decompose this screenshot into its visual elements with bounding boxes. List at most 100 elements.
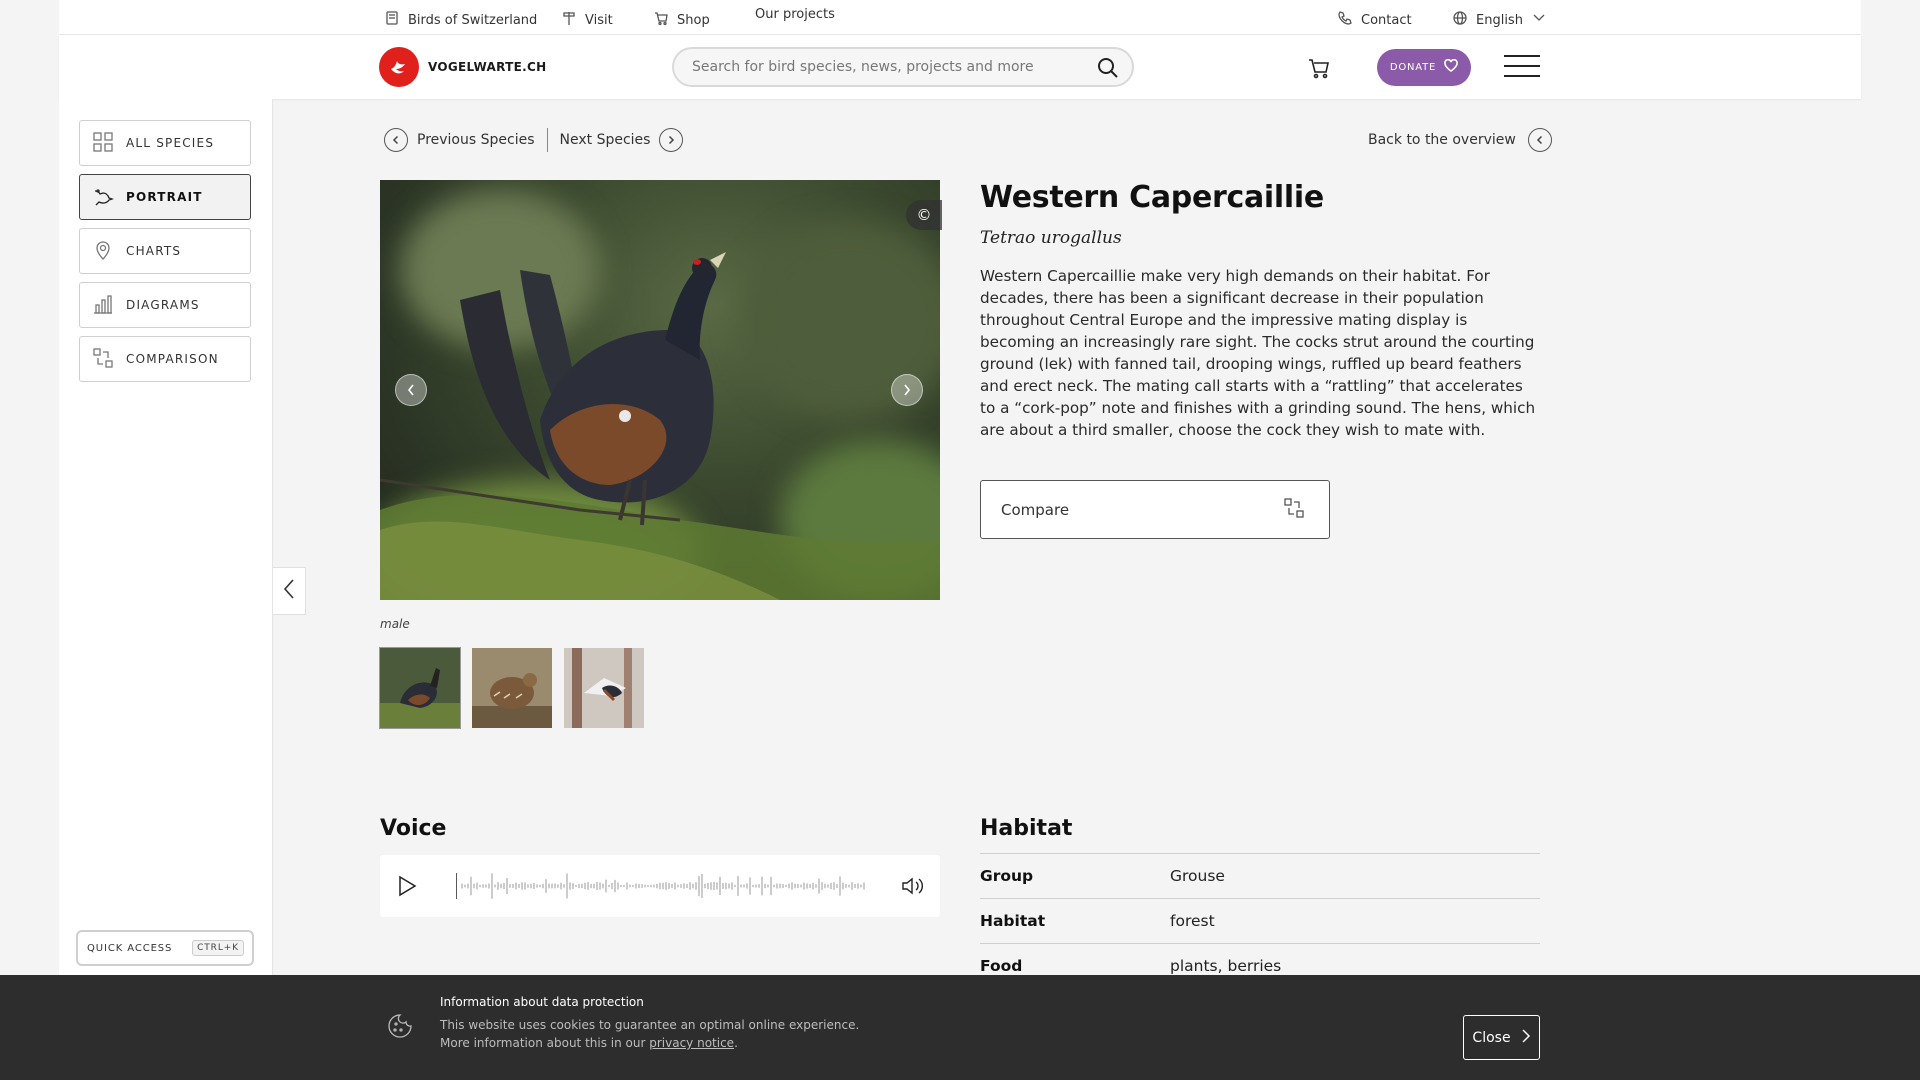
our-projects-label: Our projects bbox=[755, 7, 835, 22]
compare-icon bbox=[92, 347, 114, 372]
grid-icon bbox=[92, 131, 114, 156]
habitat-table: Group Grouse Habitat forest Food plants,… bbox=[980, 853, 1540, 988]
site-logo[interactable]: VOGELWARTE.CH bbox=[379, 47, 546, 87]
habitat-key: Habitat bbox=[980, 912, 1046, 930]
donate-label: DONATE bbox=[1389, 62, 1437, 73]
book-icon bbox=[384, 10, 400, 30]
visit-link[interactable]: Visit bbox=[561, 10, 613, 30]
birds-of-switzerland-link[interactable]: Birds of Switzerland bbox=[384, 10, 537, 30]
sidebar-item-diagrams[interactable]: DIAGRAMS bbox=[79, 282, 251, 328]
habitat-key: Group bbox=[980, 867, 1034, 885]
cookie-text-prefix: More information about this in our bbox=[440, 1036, 650, 1050]
audio-waveform[interactable] bbox=[456, 871, 866, 901]
thumbnail-female[interactable] bbox=[472, 648, 552, 728]
menu-icon[interactable] bbox=[1504, 55, 1540, 79]
species-title: Western Capercaillie bbox=[980, 180, 1324, 215]
shop-label: Shop bbox=[677, 12, 710, 28]
species-photo bbox=[380, 180, 940, 600]
keyboard-shortcut: CTRL+K bbox=[192, 940, 244, 956]
sidebar-item-all-species[interactable]: ALL SPECIES bbox=[79, 120, 251, 166]
back-to-overview-link[interactable]: Back to the overview bbox=[1368, 128, 1552, 152]
cookie-title: Information about data protection bbox=[440, 995, 644, 1009]
phone-icon bbox=[1337, 10, 1353, 30]
habitat-row: Habitat forest bbox=[980, 898, 1540, 943]
habitat-value: Grouse bbox=[1170, 867, 1225, 885]
birds-of-switzerland-label: Birds of Switzerland bbox=[408, 12, 538, 28]
search-box[interactable] bbox=[672, 47, 1134, 87]
audio-player bbox=[380, 855, 940, 917]
next-species-link[interactable]: Next Species bbox=[560, 128, 684, 152]
map-pin-icon bbox=[92, 239, 114, 264]
visit-label: Visit bbox=[585, 12, 613, 28]
species-navigation: Previous Species Next Species bbox=[384, 128, 684, 152]
cookie-text-line: More information about this in our priva… bbox=[440, 1034, 940, 1052]
copyright-button[interactable]: © bbox=[906, 200, 942, 230]
habitat-value: plants, berries bbox=[1170, 957, 1282, 975]
sidebar-item-label: PORTRAIT bbox=[126, 190, 203, 204]
next-species-label: Next Species bbox=[559, 132, 651, 148]
privacy-notice-link[interactable]: privacy notice bbox=[649, 1036, 734, 1050]
sidebar-item-charts[interactable]: CHARTS bbox=[79, 228, 251, 274]
divider bbox=[546, 128, 548, 152]
previous-species-link[interactable]: Previous Species bbox=[384, 128, 535, 152]
signpost-icon bbox=[561, 10, 577, 30]
language-label: English bbox=[1476, 12, 1523, 28]
cookie-icon bbox=[386, 1012, 414, 1040]
habitat-value: forest bbox=[1170, 912, 1215, 930]
chevron-left-icon bbox=[384, 128, 408, 152]
image-prev-button[interactable] bbox=[395, 374, 427, 406]
habitat-row: Group Grouse bbox=[980, 853, 1540, 898]
sidebar-item-comparison[interactable]: COMPARISON bbox=[79, 336, 251, 382]
sidebar-item-label: COMPARISON bbox=[126, 352, 219, 366]
chevron-left-icon bbox=[281, 578, 297, 604]
contact-link[interactable]: Contact bbox=[1337, 10, 1412, 30]
play-icon[interactable] bbox=[396, 874, 418, 898]
compare-icon bbox=[1283, 497, 1305, 523]
heart-icon bbox=[1444, 58, 1459, 76]
cookie-text-line: This website uses cookies to guarantee a… bbox=[440, 1018, 860, 1032]
volume-icon[interactable] bbox=[900, 874, 926, 898]
shop-link[interactable]: Shop bbox=[653, 10, 710, 30]
cookie-close-button[interactable]: Close bbox=[1463, 1015, 1540, 1060]
chevron-right-icon bbox=[902, 381, 912, 400]
quick-access-label: QUICK ACCESS bbox=[87, 942, 173, 954]
thumbnail-male[interactable] bbox=[379, 647, 461, 729]
language-selector[interactable]: English bbox=[1452, 10, 1547, 30]
sidebar-item-portrait[interactable]: PORTRAIT bbox=[79, 174, 251, 220]
chevron-down-icon bbox=[1531, 10, 1547, 30]
sidebar: ALL SPECIES PORTRAIT CHARTS DIAGRAMS COM… bbox=[59, 99, 273, 975]
back-to-overview-label: Back to the overview bbox=[1368, 132, 1516, 148]
image-next-button[interactable] bbox=[891, 374, 923, 406]
globe-icon bbox=[1452, 10, 1468, 30]
bar-chart-icon bbox=[92, 293, 114, 318]
compare-label: Compare bbox=[1001, 500, 1070, 519]
cart-icon[interactable] bbox=[1306, 55, 1332, 81]
search-input[interactable] bbox=[692, 59, 1072, 75]
copyright-icon: © bbox=[916, 206, 932, 224]
close-label: Close bbox=[1472, 1029, 1511, 1046]
chevron-left-icon bbox=[406, 381, 416, 400]
species-description: Western Capercaillie make very high dema… bbox=[980, 267, 1536, 439]
search-icon[interactable] bbox=[1096, 56, 1120, 80]
cart-small-icon bbox=[653, 10, 669, 30]
quick-access-button[interactable]: QUICK ACCESS CTRL+K bbox=[76, 930, 254, 966]
sidebar-item-label: DIAGRAMS bbox=[126, 298, 200, 312]
previous-species-label: Previous Species bbox=[417, 132, 535, 148]
chevron-right-icon bbox=[659, 128, 684, 152]
chevron-left-icon bbox=[1527, 128, 1552, 152]
cookie-text: This website uses cookies to guarantee a… bbox=[440, 1016, 940, 1052]
chevron-right-icon bbox=[1521, 1028, 1531, 1047]
our-projects-link[interactable]: Our projects bbox=[755, 7, 835, 22]
bird-icon bbox=[92, 185, 115, 210]
main-header: VOGELWARTE.CH DONATE bbox=[59, 35, 1861, 99]
habitat-key: Food bbox=[980, 957, 1023, 975]
thumbnail-gallery bbox=[379, 647, 644, 729]
logo-text: VOGELWARTE.CH bbox=[428, 60, 547, 74]
habitat-heading: Habitat bbox=[980, 816, 1073, 841]
compare-button[interactable]: Compare bbox=[980, 480, 1330, 539]
cookie-banner: Information about data protection This w… bbox=[0, 975, 1920, 1080]
donate-button[interactable]: DONATE bbox=[1377, 49, 1471, 86]
cookie-text-suffix: . bbox=[734, 1036, 738, 1050]
thumbnail-flight[interactable] bbox=[564, 648, 644, 728]
sidebar-collapse-button[interactable] bbox=[273, 567, 306, 615]
